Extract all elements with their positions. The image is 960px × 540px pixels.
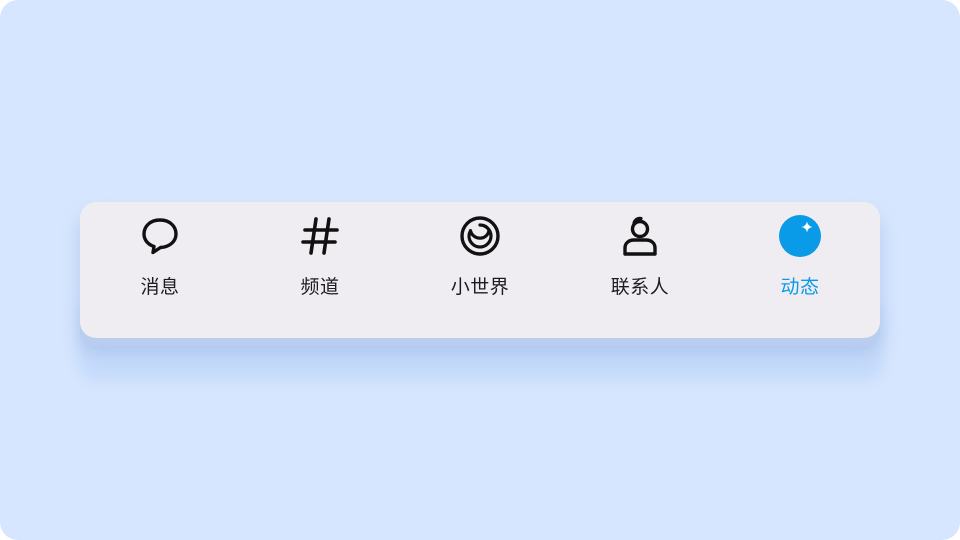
hash-icon: [296, 212, 344, 260]
tab-channels[interactable]: 频道: [240, 202, 400, 312]
tab-small-world[interactable]: 小世界: [400, 202, 560, 312]
tab-label: 联系人: [610, 276, 670, 298]
app-background: 消息 频道 小世界 联系人 动态: [0, 0, 960, 540]
person-icon: [616, 212, 664, 260]
tab-messages[interactable]: 消息: [80, 202, 240, 312]
tab-label: 消息: [140, 276, 180, 298]
planet-icon: [456, 212, 504, 260]
sparkle-orb-icon: [776, 212, 824, 260]
tab-label: 小世界: [450, 276, 510, 298]
tab-label: 频道: [300, 276, 340, 298]
tab-contacts[interactable]: 联系人: [560, 202, 720, 312]
chat-bubble-icon: [136, 212, 184, 260]
bottom-tab-bar: 消息 频道 小世界 联系人 动态: [80, 202, 880, 338]
tab-label: 动态: [780, 276, 820, 298]
tab-moments[interactable]: 动态: [720, 202, 880, 312]
